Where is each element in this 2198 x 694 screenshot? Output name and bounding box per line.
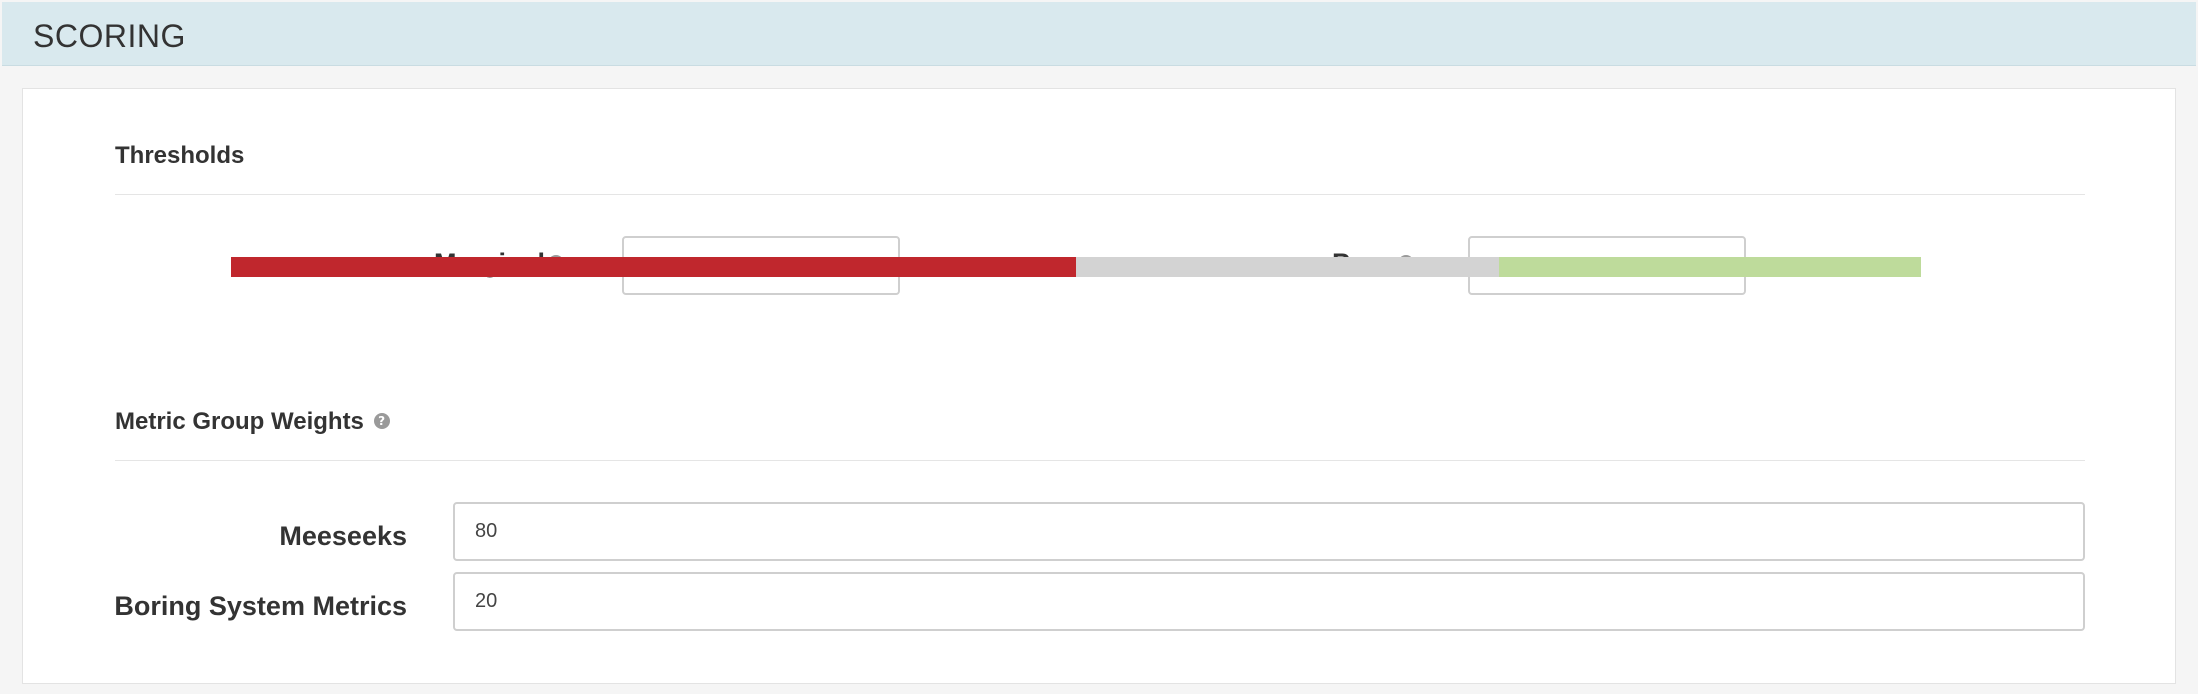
marginal-range-segment: [1076, 257, 1499, 277]
thresholds-divider: [115, 194, 2085, 195]
weights-heading-text: Metric Group Weights: [115, 408, 364, 435]
section-header: SCORING: [2, 2, 2196, 66]
threshold-range-bar: [231, 257, 1921, 277]
weight-input-meeseeks[interactable]: [453, 502, 2085, 561]
thresholds-heading: Thresholds: [115, 142, 245, 169]
weights-heading: Metric Group Weights ?: [115, 407, 390, 437]
weights-divider: [115, 460, 2085, 461]
weight-label-meeseeks: Meeseeks: [279, 521, 407, 551]
weight-input-boring-system-metrics[interactable]: [453, 572, 2085, 631]
pass-range-segment: [1498, 257, 1921, 277]
weight-label-boring-system-metrics: Boring System Metrics: [114, 591, 407, 621]
question-circle-icon[interactable]: ?: [373, 412, 390, 429]
fail-range-segment: [231, 257, 1076, 277]
section-title: SCORING: [33, 18, 186, 54]
scoring-card: Thresholds Marginal? Pass? Metric Group …: [22, 88, 2176, 684]
